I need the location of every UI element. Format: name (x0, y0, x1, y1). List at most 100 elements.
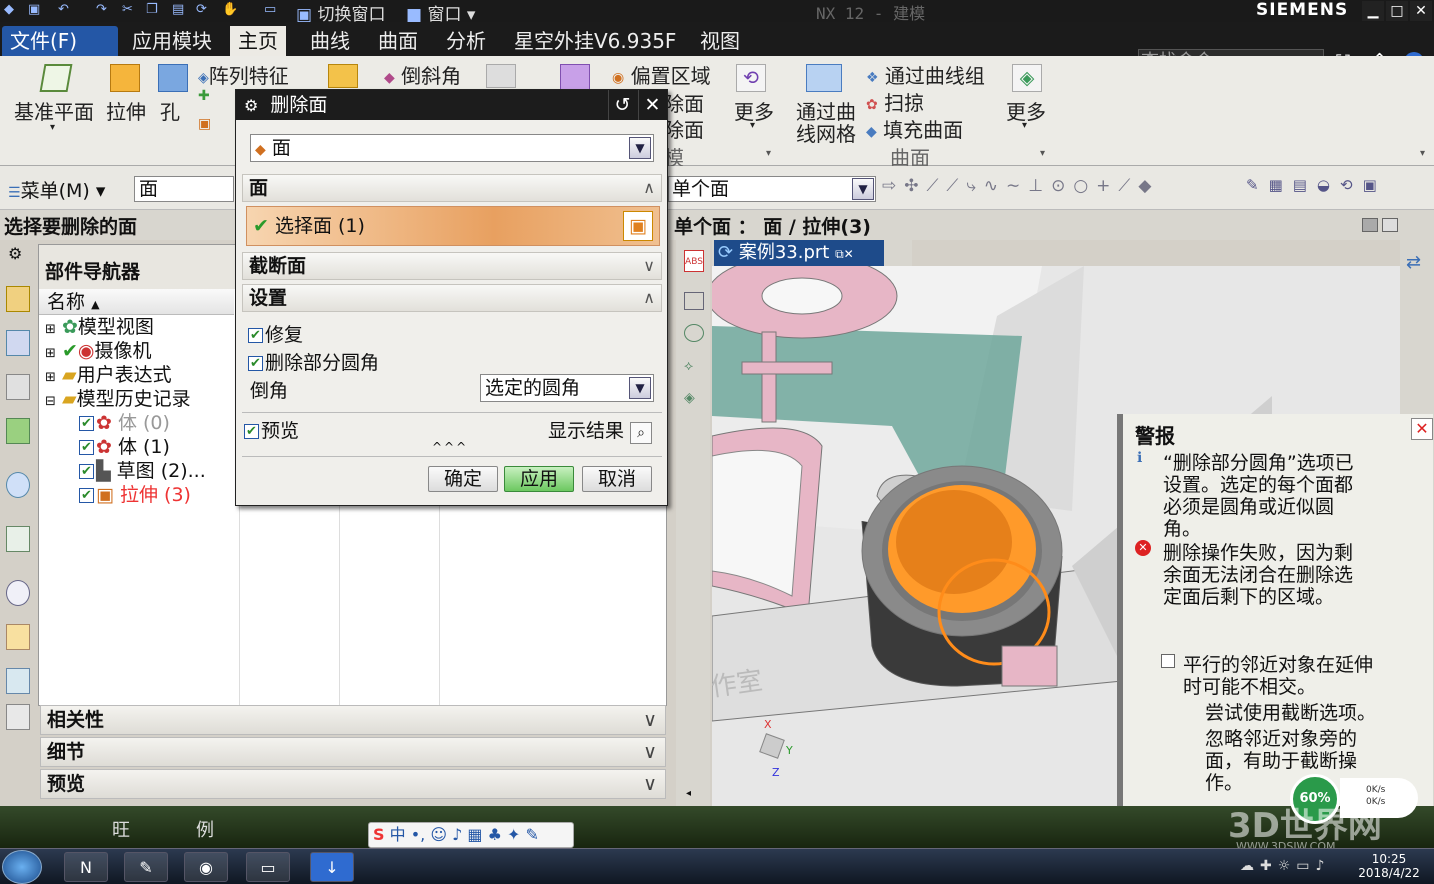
checkbox-icon[interactable]: ✔ (248, 356, 263, 371)
section-face[interactable]: 面 ∧ (242, 174, 662, 202)
window-icon[interactable]: ▭ (264, 2, 280, 18)
delete-partial-blend-checkbox[interactable]: ✔ 删除部分圆角 (248, 348, 379, 375)
close-icon[interactable]: ✕ (638, 90, 666, 120)
tree-node-extrude-3[interactable]: ✔ ▣ 拉伸 (3) (79, 483, 191, 507)
column-header-name[interactable]: 名称 ▲ (39, 289, 234, 315)
select-face-row[interactable]: ✔ 选择面 (1) ▣ (246, 206, 660, 246)
tab-view[interactable]: 视图 (692, 26, 748, 56)
tab-file[interactable]: 文件(F) (2, 26, 118, 56)
reuse-library-icon[interactable] (6, 418, 30, 444)
minimize-button[interactable]: ▁ (1362, 1, 1384, 21)
maximize-view-icon[interactable] (1382, 218, 1398, 232)
preview-panel[interactable]: 预览 ∨ (40, 769, 666, 799)
checkbox-icon[interactable]: ✔ (79, 488, 94, 503)
selection-scope-select[interactable]: 单个面 (668, 176, 876, 202)
tree-node-cameras[interactable]: ⊞ ✔◉摄像机 (45, 339, 151, 363)
checkbox-icon[interactable]: ✔ (244, 424, 259, 439)
taskbar-download-icon[interactable]: ↓ (310, 852, 354, 882)
maximize-button[interactable]: □ (1386, 1, 1408, 21)
tab-surface[interactable]: 曲面 (370, 26, 426, 56)
cancel-button[interactable]: 取消 (582, 466, 652, 492)
replace-face-button[interactable]: 除面 (664, 88, 704, 117)
tab-part-file[interactable]: ⟳ 案例33.prt ⧉✕ (714, 240, 884, 266)
fill-surface-button[interactable]: ◆ 填充曲面 (866, 114, 963, 143)
shell-icon[interactable] (486, 64, 516, 88)
section-cap-face[interactable]: 截断面 ∨ (242, 252, 662, 280)
note-checkbox[interactable] (1161, 654, 1175, 668)
reset-icon[interactable]: ↺ (608, 90, 636, 120)
taskbar-folder-icon[interactable]: ▭ (246, 852, 290, 882)
part-navigator-icon[interactable] (6, 286, 30, 312)
hole-button[interactable]: 孔 (160, 96, 180, 125)
through-curve-mesh-label-2[interactable]: 线网格 (796, 118, 856, 147)
scroll-left-icon[interactable]: ◂ (686, 788, 691, 799)
chevron-down-icon[interactable]: ▼ (852, 178, 874, 200)
layer-icon[interactable]: ⟡ (684, 358, 704, 376)
switch-window-button[interactable]: ▣ 切换窗口 (296, 0, 385, 25)
window-menu-button[interactable]: ■ 窗口 ▾ (406, 0, 475, 25)
start-button[interactable] (2, 850, 42, 884)
extrude-button[interactable]: 拉伸 (106, 96, 146, 125)
show-result-button[interactable]: 显示结果 ⌕ (548, 416, 653, 444)
repair-checkbox[interactable]: ✔ 修复 (248, 320, 303, 347)
tree-node-sketch-2[interactable]: ✔ ▙ 草图 (2)... (79, 459, 206, 483)
tab-analysis[interactable]: 分析 (438, 26, 494, 56)
web-browser-icon[interactable] (6, 472, 30, 498)
tree-node-model-views[interactable]: ⊞ ✿模型视图 (45, 315, 154, 339)
system-materials-icon[interactable] (6, 624, 30, 650)
taskbar-nx-icon[interactable]: N (64, 852, 108, 882)
details-panel[interactable]: 细节 ∨ (40, 737, 666, 767)
checkbox-icon[interactable]: ✔ (248, 328, 263, 343)
save-icon[interactable]: ▣ (28, 2, 44, 18)
section-settings[interactable]: 设置 ∧ (242, 284, 662, 312)
blend-select[interactable]: 选定的圆角 ▼ (480, 374, 654, 402)
redo-icon[interactable]: ↷ (96, 2, 112, 18)
tab-home[interactable]: 主页 (230, 26, 286, 56)
checkbox-icon[interactable]: ✔ (79, 440, 94, 455)
process-studio-icon[interactable] (6, 668, 30, 694)
fit-icon[interactable] (684, 292, 704, 310)
abs-csys-icon[interactable]: ABS (684, 250, 704, 272)
close-button[interactable]: ✕ (1410, 1, 1432, 21)
type-filter-select[interactable]: 面 (134, 176, 234, 202)
roles-icon[interactable] (6, 704, 30, 730)
cut-icon[interactable]: ✂ (122, 2, 138, 18)
restore-icon[interactable] (1362, 218, 1378, 232)
chamfer-button[interactable]: ◆ 倒斜角 (384, 60, 461, 89)
paste-icon[interactable]: ▤ (172, 2, 188, 18)
constraint-navigator-icon[interactable] (6, 374, 30, 400)
close-icon[interactable]: ✕ (1411, 418, 1433, 440)
touch-mode-icon[interactable]: ✋ (222, 2, 238, 18)
history-icon[interactable] (6, 526, 30, 552)
tree-node-body-1[interactable]: ✔ ✿ 体 (1) (79, 435, 170, 459)
tab-plugin[interactable]: 星空外挂V6.935F (506, 26, 684, 56)
clock-icon[interactable] (6, 580, 30, 606)
orient-icon[interactable]: ◈ (684, 390, 704, 408)
checkbox-icon[interactable]: ✔ (79, 416, 94, 431)
menu-button[interactable]: ☰菜单(M) ▾ (8, 176, 105, 203)
datum-plane-button[interactable]: 基准平面 (14, 96, 94, 125)
through-curves-button[interactable]: ❖ 通过曲线组 (866, 60, 985, 89)
close-tab-icon[interactable]: ✕ (844, 247, 854, 261)
clock[interactable]: 10:25 2018/4/22 (1354, 852, 1424, 880)
nx-logo-icon[interactable]: ◆ (4, 2, 20, 18)
tree-node-model-history[interactable]: ⊟ ▰模型历史记录 (45, 387, 191, 411)
delete-face-ribbon-button[interactable]: 除面 (664, 114, 704, 143)
taskbar-paint-icon[interactable]: ✎ (124, 852, 168, 882)
apply-button[interactable]: 应用 (504, 466, 574, 492)
tab-application[interactable]: 应用模块 (124, 26, 220, 56)
selection-tool-icons[interactable]: ✎▦▤◒⟲▣ (1246, 176, 1426, 202)
tree-node-body-0[interactable]: ✔ ✿ 体 (0) (79, 411, 170, 435)
snap-point-icons[interactable]: ⇨✣⟋⟋⤷∿∼⊥⊙○+⟋◆ (882, 176, 1232, 202)
dependencies-panel[interactable]: 相关性 ∨ (40, 705, 666, 735)
face-cube-icon[interactable]: ▣ (623, 211, 653, 241)
roles-toggle-icon[interactable]: ⇄ (1406, 252, 1421, 273)
rotate-icon[interactable] (684, 324, 704, 342)
gear-icon[interactable]: ⚙ (236, 96, 258, 115)
sweep-button[interactable]: ✿ 扫掠 (866, 87, 924, 116)
type-select[interactable]: ◆ 面 ▼ (250, 134, 654, 162)
undo-icon[interactable]: ↶ (58, 2, 74, 18)
ok-button[interactable]: 确定 (428, 466, 498, 492)
pattern-feature-button[interactable]: ◈阵列特征 (198, 60, 289, 89)
ime-toolbar[interactable]: S 中 •, ☺ ♪ ▦ ♣ ✦ ✎ (368, 822, 574, 848)
